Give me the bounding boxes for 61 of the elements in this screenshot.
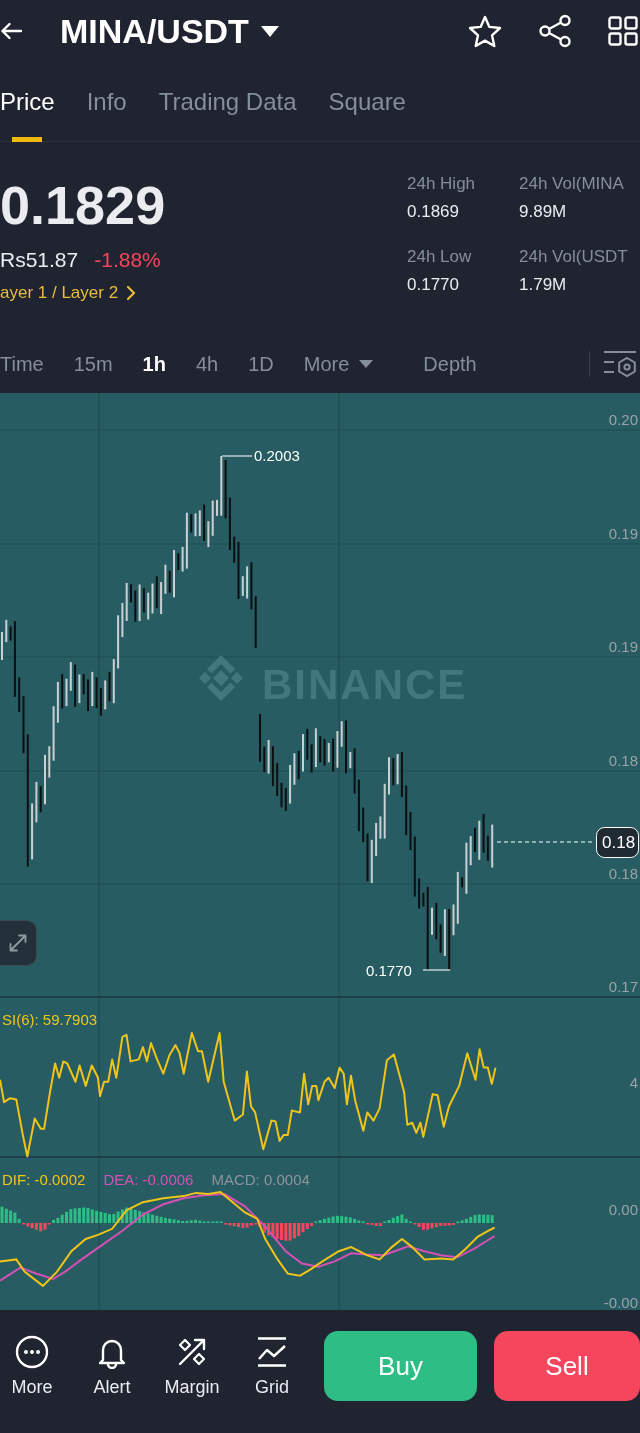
expand-button[interactable] bbox=[0, 920, 37, 966]
stat-value: 0.1770 bbox=[407, 274, 460, 296]
price-change: -1.88% bbox=[94, 248, 161, 272]
high-price-label: 0.2003 bbox=[254, 447, 300, 464]
grid-icon[interactable] bbox=[608, 16, 638, 46]
category-link[interactable]: ayer 1 / Layer 2 bbox=[0, 282, 137, 304]
stat-label: 24h Vol(USDT bbox=[519, 246, 629, 268]
tab[interactable]: Info bbox=[86, 62, 127, 141]
rsi-axis-label: 4 bbox=[629, 1074, 638, 1091]
price-axis-label: 0.17 bbox=[608, 978, 638, 995]
stat-label: 24h High bbox=[407, 173, 477, 195]
share-icon[interactable] bbox=[538, 14, 572, 48]
back-arrow-icon[interactable] bbox=[0, 22, 22, 40]
price-axis-label: 0.19 bbox=[608, 638, 638, 655]
stat-value: 9.89M bbox=[519, 201, 568, 223]
last-price: 0.1829 bbox=[0, 178, 166, 232]
depth-tab[interactable]: Depth bbox=[423, 352, 477, 376]
interval-tab[interactable]: 4h bbox=[195, 352, 219, 376]
chart-settings-icon[interactable] bbox=[602, 350, 638, 378]
pair-title-dropdown[interactable]: MINA/USDT bbox=[60, 14, 279, 48]
leader-line bbox=[422, 969, 451, 971]
stat-value: 1.79M bbox=[519, 274, 568, 296]
chart-line-icon bbox=[255, 1335, 289, 1369]
ellipsis-icon bbox=[15, 1335, 49, 1369]
macd-axis-label: 0.00 bbox=[608, 1201, 638, 1218]
caret-icon bbox=[359, 360, 374, 368]
stat-value: 0.1869 bbox=[407, 201, 460, 223]
alert-button[interactable]: Alert bbox=[80, 1331, 144, 1398]
price-axis-label: 0.18 bbox=[608, 752, 638, 769]
tab[interactable]: Price bbox=[0, 62, 55, 141]
chevron-right-icon bbox=[126, 285, 137, 301]
indicator-value-label: MACD: 0.0004 bbox=[211, 1170, 310, 1190]
interval-tab[interactable]: 15m bbox=[73, 352, 113, 376]
price-axis-label: 0.19 bbox=[608, 525, 638, 542]
price-axis-label: 0.20 bbox=[608, 411, 638, 428]
interval-dropdown[interactable]: More bbox=[303, 352, 374, 376]
tab[interactable]: Square bbox=[328, 62, 406, 141]
macd-axis-label: -0.00 bbox=[603, 1294, 638, 1310]
indicator-value-label: DIF: -0.0002 bbox=[2, 1170, 86, 1190]
buy-button[interactable]: Buy bbox=[324, 1331, 477, 1401]
price-axis-label: 0.18 bbox=[608, 865, 638, 882]
stat-label: 24h Low bbox=[407, 246, 473, 268]
fiat-price: Rs51.87 bbox=[0, 248, 79, 272]
interval-tab[interactable]: Time bbox=[0, 352, 44, 376]
last-price-tag: 0.18 bbox=[596, 827, 639, 858]
margin-button[interactable]: Margin bbox=[160, 1331, 224, 1398]
stat-label: 24h Vol(MINA bbox=[519, 173, 625, 195]
rsi-value-label: SI(6): 59.7903 bbox=[2, 1010, 98, 1030]
tab[interactable]: Trading Data bbox=[158, 62, 297, 141]
leader-line bbox=[221, 455, 253, 457]
more-button[interactable]: More bbox=[0, 1331, 64, 1398]
low-price-label: 0.1770 bbox=[366, 962, 412, 979]
sell-button[interactable]: Sell bbox=[494, 1331, 640, 1401]
indicator-value-label: DEA: -0.0006 bbox=[103, 1170, 194, 1190]
interval-tab[interactable]: 1h bbox=[142, 352, 166, 376]
grid-button[interactable]: Grid bbox=[240, 1331, 304, 1398]
interval-tab[interactable]: 1D bbox=[248, 352, 274, 376]
star-icon[interactable] bbox=[468, 14, 502, 48]
caret-icon bbox=[260, 25, 279, 37]
expand-icon bbox=[8, 933, 28, 953]
diamond-logo-icon bbox=[199, 655, 243, 701]
